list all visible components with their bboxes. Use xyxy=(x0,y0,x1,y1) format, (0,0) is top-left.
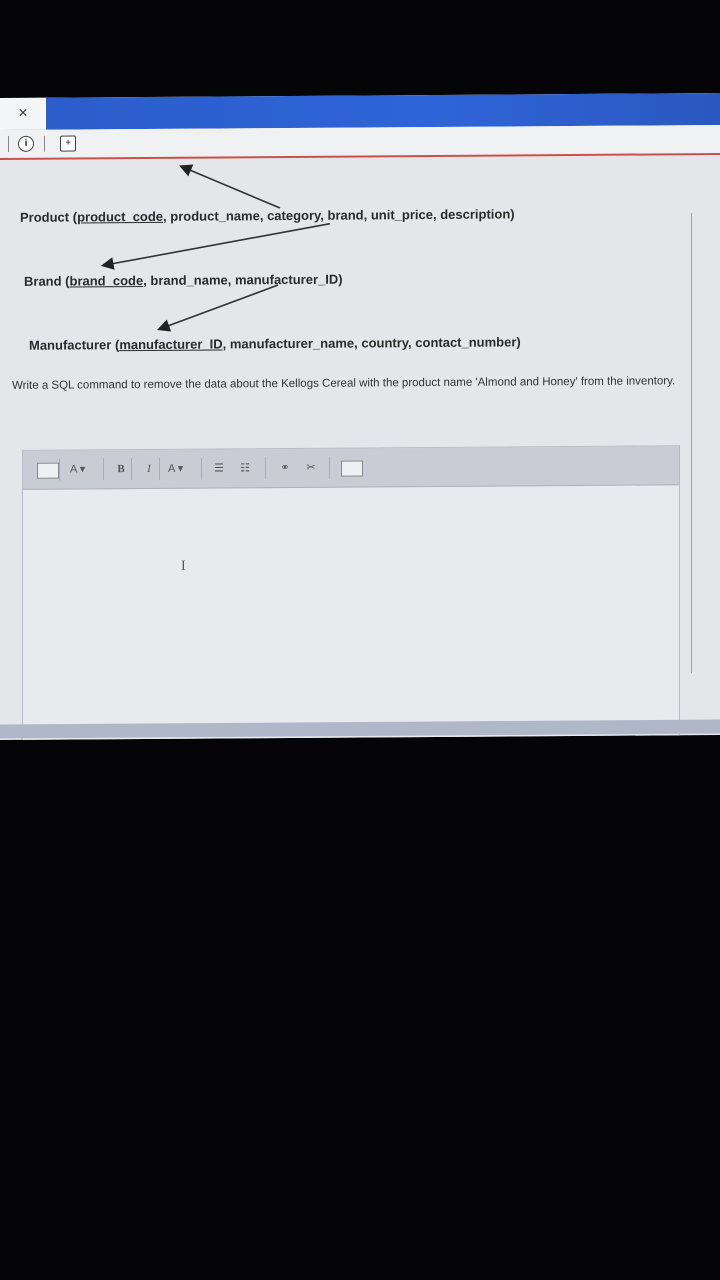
close-button[interactable]: × xyxy=(0,97,46,130)
question-content: Product (product_code, product_name, cat… xyxy=(0,155,720,740)
editor-toolbar: A ▾ B I A ▾ ☰ ☷ ⚭ ✂ xyxy=(23,446,679,490)
info-icon[interactable]: i xyxy=(18,135,34,152)
font-color-dropdown[interactable]: A ▾ xyxy=(165,460,186,478)
schema-manufacturer: Manufacturer (manufacturer_ID, manufactu… xyxy=(29,334,521,353)
font-size-label: A xyxy=(70,463,77,476)
expand-toolbar-icon[interactable] xyxy=(37,462,59,479)
answer-textarea[interactable]: I xyxy=(23,485,679,740)
window-titlebar: × xyxy=(0,92,720,130)
toolbar-divider xyxy=(201,457,202,480)
text-cursor-icon: I xyxy=(181,558,186,574)
page-edge xyxy=(691,213,692,674)
toolbar-divider xyxy=(131,458,132,481)
italic-button[interactable]: I xyxy=(139,460,159,478)
answer-editor: A ▾ B I A ▾ ☰ ☷ ⚭ ✂ I xyxy=(22,445,680,740)
schema-table-name: Brand xyxy=(24,273,62,289)
toolbar-divider xyxy=(103,458,104,481)
bulleted-list-icon[interactable]: ☰ xyxy=(209,459,229,477)
schema-attributes: , manufacturer_name, country, contact_nu… xyxy=(222,334,521,352)
schema-attributes: , brand_name, manufacturer_ID) xyxy=(143,271,343,289)
toolbar-divider xyxy=(265,457,266,480)
toolbar-divider xyxy=(8,135,9,152)
chevron-down-icon: ▾ xyxy=(174,462,184,475)
toolbar-divider xyxy=(329,456,330,479)
toolbar-divider xyxy=(59,458,60,481)
insert-image-icon[interactable] xyxy=(341,460,363,477)
link-icon[interactable]: ⚭ xyxy=(275,459,295,477)
numbered-list-icon[interactable]: ☷ xyxy=(235,459,255,477)
font-color-label: A xyxy=(168,462,175,475)
schema-brand: Brand (brand_code, brand_name, manufactu… xyxy=(24,271,343,289)
arrow-brand-to-manufacturer xyxy=(156,284,279,332)
schema-primary-key: product_code xyxy=(77,208,164,225)
font-size-dropdown[interactable]: A ▾ xyxy=(67,460,88,478)
save-icon[interactable]: + xyxy=(60,135,76,152)
toolbar-divider xyxy=(159,457,160,480)
bold-button[interactable]: B xyxy=(111,460,131,478)
toolbar-divider xyxy=(44,135,45,152)
schema-primary-key: brand_code xyxy=(69,273,144,289)
chevron-down-icon: ▾ xyxy=(76,463,86,476)
question-text: Write a SQL command to remove the data a… xyxy=(12,375,676,392)
arrow-product-to-brand xyxy=(100,222,331,270)
unlink-icon[interactable]: ✂ xyxy=(301,459,321,477)
browser-screen: × i + Product (product_code, product_nam… xyxy=(0,92,720,740)
arrow-brand-to-product xyxy=(179,164,281,209)
schema-product: Product (product_code, product_name, cat… xyxy=(20,206,515,225)
schema-primary-key: manufacturer_ID xyxy=(119,336,223,353)
schema-attributes: , product_name, category, brand, unit_pr… xyxy=(163,206,515,224)
schema-table-name: Manufacturer xyxy=(29,337,112,353)
schema-table-name: Product xyxy=(20,209,70,225)
